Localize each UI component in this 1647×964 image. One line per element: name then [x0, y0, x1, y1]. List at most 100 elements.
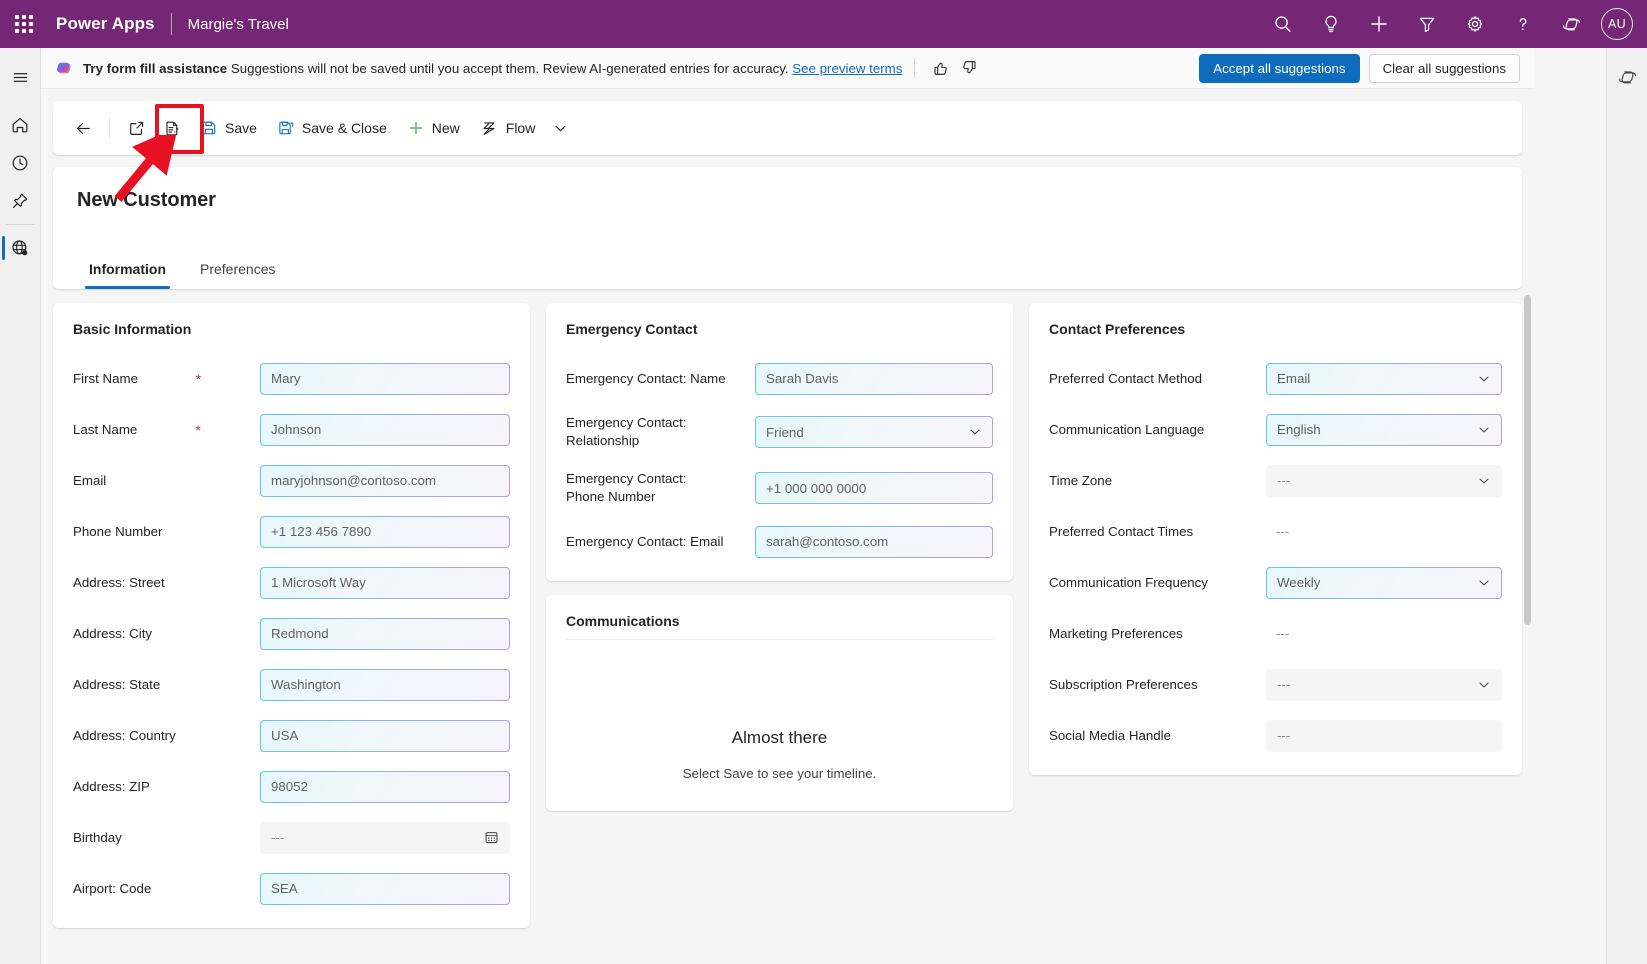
- open-in-new-window-button[interactable]: [118, 110, 154, 146]
- settings-button[interactable]: [1451, 0, 1499, 48]
- form-fill-assistance-banner: Try form fill assistance Suggestions wil…: [41, 48, 1534, 89]
- value-communication-language: English: [1277, 422, 1321, 437]
- select-time-zone[interactable]: ---: [1266, 465, 1502, 497]
- card-contact-preferences: Contact Preferences Preferred Contact Me…: [1029, 303, 1522, 775]
- copilot-button[interactable]: [1547, 0, 1595, 48]
- help-icon: [1513, 14, 1533, 34]
- input-social-media-handle[interactable]: ---: [1266, 720, 1502, 752]
- select-communication-frequency[interactable]: Weekly: [1266, 567, 1502, 599]
- brand-title: Power Apps: [48, 14, 155, 34]
- avatar[interactable]: AU: [1601, 8, 1633, 40]
- label-communication-frequency: Communication Frequency: [1049, 574, 1216, 592]
- control-marketing-preferences: ---: [1266, 626, 1502, 641]
- sidebar-item-pinned[interactable]: [0, 182, 41, 220]
- label-first-name: First Name: [73, 370, 146, 388]
- input-emergency-phone[interactable]: +1 000 000 0000: [755, 472, 993, 504]
- thumbs-down-button[interactable]: [955, 54, 983, 82]
- new-button[interactable]: [1355, 0, 1403, 48]
- input-airport-code[interactable]: SEA: [260, 873, 510, 905]
- input-address-country[interactable]: USA: [260, 720, 510, 752]
- label-marketing-preferences: Marketing Preferences: [1049, 625, 1191, 643]
- select-emergency-relationship[interactable]: Friend: [755, 416, 993, 448]
- help-button[interactable]: [1499, 0, 1547, 48]
- save-button-label: Save: [225, 120, 257, 136]
- sidebar-item-home[interactable]: [0, 106, 41, 144]
- insights-button[interactable]: [1307, 0, 1355, 48]
- field-row-birthday: Birthday ---: [73, 812, 510, 863]
- input-last-name[interactable]: Johnson: [260, 414, 510, 446]
- input-first-name[interactable]: Mary: [260, 363, 510, 395]
- filter-button[interactable]: [1403, 0, 1451, 48]
- field-row-time-zone: Time Zone ---: [1049, 455, 1502, 506]
- input-address-zip[interactable]: 98052: [260, 771, 510, 803]
- value-preferred-contact-method: Email: [1277, 371, 1310, 386]
- control-address-country: USA: [260, 720, 510, 752]
- page-title: New Customer: [77, 189, 1498, 212]
- value-address-zip: 98052: [271, 779, 308, 794]
- thumbs-up-button[interactable]: [927, 54, 955, 82]
- input-address-city[interactable]: Redmond: [260, 618, 510, 650]
- more-commands-button[interactable]: [545, 111, 575, 145]
- sidebar-item-customers[interactable]: [0, 229, 41, 267]
- scrollbar-thumb[interactable]: [1524, 295, 1531, 625]
- label-last-name: Last Name: [73, 421, 145, 439]
- input-emergency-email[interactable]: sarah@contoso.com: [755, 526, 993, 558]
- value-address-city: Redmond: [271, 626, 329, 641]
- save-and-close-button[interactable]: Save & Close: [267, 111, 397, 145]
- new-record-button[interactable]: New: [397, 111, 470, 145]
- label-subscription-preferences: Subscription Preferences: [1049, 676, 1206, 694]
- accept-all-suggestions-button[interactable]: Accept all suggestions: [1199, 54, 1359, 83]
- value-first-name: Mary: [271, 371, 301, 386]
- select-preferred-contact-method[interactable]: Email: [1266, 363, 1502, 395]
- calendar-icon[interactable]: [476, 830, 499, 845]
- timeline-empty-subtitle: Select Save to see your timeline.: [566, 766, 993, 781]
- gear-icon: [1465, 14, 1485, 34]
- label-preferred-contact-method: Preferred Contact Method: [1049, 370, 1210, 388]
- label-phone-number: Phone Number: [73, 523, 170, 541]
- back-button[interactable]: [65, 110, 101, 146]
- label-emergency-email: Emergency Contact: Email: [566, 533, 731, 551]
- banner-strong-text: Try form fill assistance: [83, 61, 227, 76]
- input-birthday[interactable]: ---: [260, 822, 510, 854]
- field-row-social-media-handle: Social Media Handle ---: [1049, 710, 1502, 761]
- field-row-emergency-phone: Emergency Contact: Phone Number +1 000 0…: [566, 460, 993, 516]
- input-address-state[interactable]: Washington: [260, 669, 510, 701]
- field-row-address-city: Address: City Redmond: [73, 608, 510, 659]
- app-launcher-button[interactable]: [0, 0, 48, 48]
- label-preferred-contact-times: Preferred Contact Times: [1049, 523, 1201, 541]
- select-communication-language[interactable]: English: [1266, 414, 1502, 446]
- select-subscription-preferences[interactable]: ---: [1266, 669, 1502, 701]
- label-social-media-handle: Social Media Handle: [1049, 727, 1179, 745]
- tab-preferences[interactable]: Preferences: [188, 251, 287, 289]
- input-address-street[interactable]: 1 Microsoft Way: [260, 567, 510, 599]
- label-time-zone: Time Zone: [1049, 472, 1120, 490]
- value-email: maryjohnson@contoso.com: [271, 473, 436, 488]
- hamburger-menu-button[interactable]: [0, 58, 41, 96]
- input-email[interactable]: maryjohnson@contoso.com: [260, 465, 510, 497]
- save-button[interactable]: Save: [190, 111, 267, 145]
- command-bar: Save Save & Close New: [53, 101, 1522, 155]
- label-emergency-name: Emergency Contact: Name: [566, 370, 734, 388]
- control-address-state: Washington: [260, 669, 510, 701]
- control-time-zone: ---: [1266, 465, 1502, 497]
- input-emergency-name[interactable]: Sarah Davis: [755, 363, 993, 395]
- value-address-country: USA: [271, 728, 298, 743]
- sidebar-item-recent[interactable]: [0, 144, 41, 182]
- clear-all-suggestions-button[interactable]: Clear all suggestions: [1369, 54, 1520, 83]
- tab-information[interactable]: Information: [77, 251, 178, 289]
- content-scrollbar[interactable]: [1520, 89, 1534, 964]
- form-fill-assistance-button[interactable]: [154, 110, 190, 146]
- control-subscription-preferences: ---: [1266, 669, 1502, 701]
- control-airport-code: SEA: [260, 873, 510, 905]
- copilot-panel-button[interactable]: [1607, 58, 1647, 96]
- flow-button[interactable]: Flow: [470, 111, 546, 145]
- control-communication-language: English: [1266, 414, 1502, 446]
- save-icon: [200, 119, 218, 137]
- value-emergency-relationship: Friend: [766, 425, 804, 440]
- search-button[interactable]: [1259, 0, 1307, 48]
- value-marketing-preferences: ---: [1266, 626, 1502, 641]
- preview-terms-link[interactable]: See preview terms: [792, 61, 902, 76]
- section-title-emergency-contact: Emergency Contact: [566, 321, 993, 337]
- input-phone-number[interactable]: +1 123 456 7890: [260, 516, 510, 548]
- field-row-airport-code: Airport: Code SEA: [73, 863, 510, 914]
